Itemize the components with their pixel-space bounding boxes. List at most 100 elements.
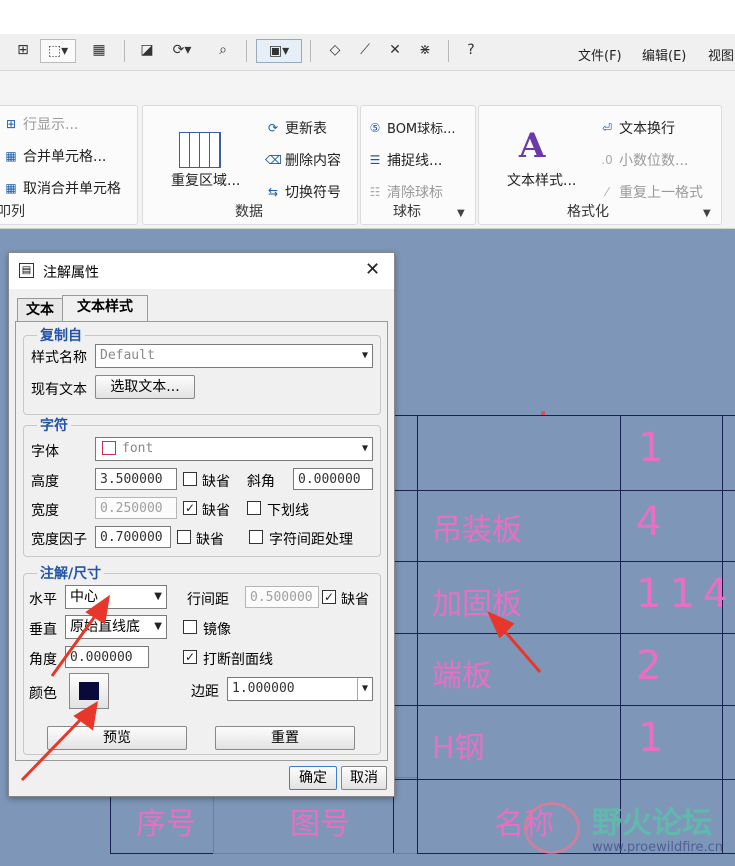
width-default-checkbox[interactable]: ✓ [183,501,197,515]
existing-text-label: 现有文本 [31,382,87,398]
redraw-icon[interactable]: ◪ [136,39,158,61]
text-wrap-icon: ⏎ [601,121,613,135]
update-table-button[interactable]: ⟳ 更新表 [265,118,327,138]
checkbox-label: 缺省 [341,592,369,608]
update-table-icon: ⟳ [267,121,279,135]
ribbon-group-label: 球标 [393,204,421,220]
color-swatch [79,682,99,700]
switch-symbol-button[interactable]: ⇆ 切换符号 [265,182,341,202]
snap-line-icon: ☰ [369,153,381,167]
text-wrap-button[interactable]: ⏎ 文本换行 [599,118,675,138]
group-expand-icon[interactable]: ▼ [457,208,465,219]
color-label: 颜色 [29,686,57,702]
delete-content-button[interactable]: ⌫ 删除内容 [265,150,341,170]
drawing-row-number: 1 [638,715,664,761]
width-factor-default-checkbox[interactable] [177,530,191,544]
drawing-row-label: 端板 [432,659,492,694]
bom-balloon-icon: ⑤ [369,120,381,135]
checkbox-label: 缺省 [202,503,230,519]
height-default-checkbox[interactable] [183,472,197,486]
coordinate-system-icon[interactable]: ⋇ [414,39,436,61]
checkbox-label: 缺省 [202,474,230,490]
datum-point-icon[interactable]: ✕ [384,39,406,61]
width-input[interactable]: 0.250000 [95,497,177,519]
drawing-row-label: H钢 [432,731,485,766]
window-top-area [0,0,735,34]
reset-button[interactable]: 重置 [215,726,355,750]
drawing-row-number: 2 [636,643,662,689]
drawing-row-label: 吊装板 [432,513,522,548]
cancel-button[interactable]: 取消 [341,766,387,790]
select-text-button[interactable]: 选取文本... [95,375,195,399]
vertical-select[interactable]: 原始直线底 ▼ [65,615,167,639]
line-spacing-default-checkbox[interactable]: ✓ [322,590,336,604]
datum-plane-icon[interactable]: ◇ [324,39,346,61]
style-name-label: 样式名称 [31,350,87,366]
chevron-down-icon: ▼ [361,443,368,454]
close-icon[interactable]: ✕ [365,259,380,280]
snap-line-button[interactable]: ☰ 捕捉线... [367,150,443,170]
angle-input[interactable]: 0.000000 [65,646,149,668]
style-name-select[interactable]: Default ▼ [95,344,373,368]
binoculars-icon[interactable]: ⊞ [12,39,34,61]
zoom-icon[interactable]: ⌕ [212,39,234,61]
height-input[interactable]: 3.500000 [95,468,177,490]
menu-file[interactable]: 文件(F) [578,45,622,64]
horizontal-label: 水平 [29,592,57,608]
width-label: 宽度 [31,503,59,519]
chevron-down-icon: ▼ [154,591,162,602]
chevron-down-icon: ▼ [154,621,162,632]
merge-cells-icon: ▦ [5,149,17,163]
dialog-app-icon: ▤ [19,263,34,278]
underline-label: 下划线 [267,503,309,519]
decimal-places-button[interactable]: .0 小数位数... [599,150,688,170]
margin-label: 边距 [191,684,219,700]
repeat-region-button[interactable]: 重复区域... [171,170,240,190]
preview-button[interactable]: 预览 [47,726,187,750]
clear-balloon-button[interactable]: ☷ 清除球标 [367,182,443,202]
display-style-icon[interactable]: ▣▾ [256,39,302,63]
repeat-format-button[interactable]: ⁄ 重复上一格式 [599,182,703,202]
table-properties-icon[interactable]: ▦ [88,39,110,61]
menu-edit[interactable]: 编辑(E) [642,45,686,64]
bom-balloon-button[interactable]: ⑤ BOM球标... [367,118,456,138]
font-select[interactable]: font ▼ [95,437,373,461]
chevron-down-icon: ▼ [361,350,368,361]
datum-axis-icon[interactable]: ⟋ [354,39,376,61]
repeat-format-icon: ⁄ [605,185,608,199]
line-spacing-input[interactable]: 0.500000 [245,586,319,608]
mirror-checkbox[interactable] [183,620,197,634]
ok-button[interactable]: 确定 [289,766,337,790]
row-display-button[interactable]: ⊞ 行显示... [3,114,78,134]
kerning-checkbox[interactable] [249,530,263,544]
unmerge-cells-icon: ▦ [5,181,17,195]
font-label: 字体 [31,444,59,460]
tab-text[interactable]: 文本 [17,298,63,322]
color-button[interactable] [69,673,109,709]
break-hatching-checkbox[interactable]: ✓ [183,650,197,664]
watermark-url: www.proewildfire.cn [592,840,723,855]
group-expand-icon[interactable]: ▼ [703,208,711,219]
refresh-dropdown-icon[interactable]: ⟳▾ [164,39,200,61]
menu-view[interactable]: 视图 [708,45,734,64]
drawing-row-label: 加固板 [432,587,522,622]
underline-checkbox[interactable] [247,501,261,515]
switch-symbol-icon: ⇆ [267,185,279,199]
margin-select[interactable]: 1.000000 ▼ [227,677,373,701]
ribbon-group-table: ⊞ 行显示... ▦ 合并单元格... ▦ 取消合并单元格 叩列 [0,105,138,225]
line-spacing-label: 行间距 [187,592,229,608]
unmerge-cells-button[interactable]: ▦ 取消合并单元格 [3,178,121,198]
width-factor-input[interactable]: 0.700000 [95,526,171,548]
slant-input[interactable]: 0.000000 [293,468,373,490]
drawing-header-cell: 序号 [136,807,196,842]
horizontal-select[interactable]: 中心 ▼ [65,585,167,609]
tab-text-style[interactable]: 文本样式 [62,295,148,322]
slant-label: 斜角 [247,474,275,490]
help-icon[interactable]: ? [460,39,482,61]
repeat-region-icon [179,132,221,168]
select-box-icon[interactable]: ⬚▾ [40,39,76,63]
ribbon-group-label: 叩列 [0,204,25,220]
ribbon-group-data: 重复区域... ⟳ 更新表 ⌫ 删除内容 ⇆ 切换符号 数据 [142,105,358,225]
merge-cells-button[interactable]: ▦ 合并单元格... [3,146,106,166]
text-style-button[interactable]: 文本样式... [507,170,576,190]
